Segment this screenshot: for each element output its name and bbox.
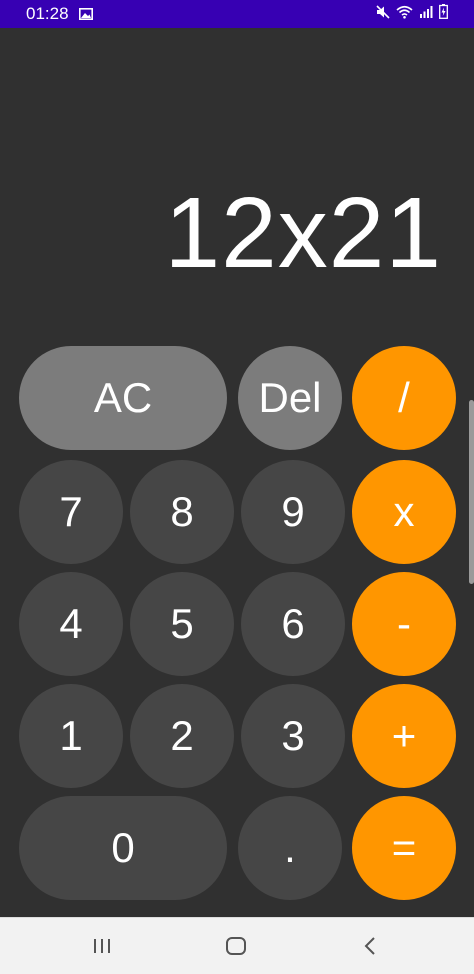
plus-button[interactable]: + [352,684,456,788]
gallery-icon [79,7,93,25]
scrollbar[interactable] [469,400,474,584]
divide-button[interactable]: / [352,346,456,450]
home-icon[interactable] [216,930,256,962]
mute-icon [376,4,390,24]
back-icon[interactable] [350,930,390,962]
digit-9-button[interactable]: 9 [241,460,345,564]
digit-1-button[interactable]: 1 [19,684,123,788]
ac-button[interactable]: AC [19,346,227,450]
digit-2-button[interactable]: 2 [130,684,234,788]
digit-4-button[interactable]: 4 [19,572,123,676]
delete-button[interactable]: Del [238,346,342,450]
calculator-screen: 01:28 12x21 AC Del / 7 8 9 x 4 5 6 - 1 2… [0,0,474,974]
equals-button[interactable]: = [352,796,456,900]
digit-0-button[interactable]: 0 [19,796,227,900]
wifi-icon [396,5,413,24]
status-time: 01:28 [26,4,69,23]
digit-3-button[interactable]: 3 [241,684,345,788]
signal-icon [419,5,433,24]
recent-apps-icon[interactable] [82,930,122,962]
digit-5-button[interactable]: 5 [130,572,234,676]
digit-7-button[interactable]: 7 [19,460,123,564]
navigation-bar [0,917,474,974]
status-icons [376,4,448,24]
battery-icon [439,4,448,24]
expression-display: 12x21 [164,177,442,289]
minus-button[interactable]: - [352,572,456,676]
digit-8-button[interactable]: 8 [130,460,234,564]
digit-6-button[interactable]: 6 [241,572,345,676]
decimal-point-button[interactable]: . [238,796,342,900]
multiply-button[interactable]: x [352,460,456,564]
status-bar: 01:28 [0,0,474,28]
